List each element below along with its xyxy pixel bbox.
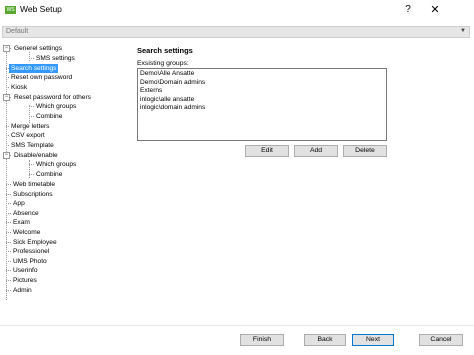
section-title: Search settings <box>137 46 193 55</box>
list-item[interactable]: Demo\Alle Ansatte <box>140 70 384 79</box>
tree-item-exam[interactable]: Exam <box>11 218 32 227</box>
list-item[interactable]: Externs <box>140 87 384 96</box>
profile-dropdown-value: Default <box>6 28 29 35</box>
collapse-icon[interactable]: − <box>3 45 10 52</box>
close-button[interactable]: ✕ <box>424 2 446 18</box>
finish-button[interactable]: Finish <box>240 334 284 346</box>
collapse-icon[interactable]: − <box>3 94 10 101</box>
tree-item-admin[interactable]: Admin <box>11 286 34 295</box>
tree-item-combine[interactable]: Combine <box>34 170 64 179</box>
cancel-button[interactable]: Cancel <box>419 334 463 346</box>
tree-item-sms-template[interactable]: SMS Template <box>9 141 56 150</box>
tree-item-which-groups[interactable]: Which groups <box>34 102 78 111</box>
list-item[interactable]: inlogic\alle ansatte <box>140 96 384 105</box>
tree-connector <box>29 105 30 123</box>
window-title: Web Setup <box>20 4 62 14</box>
list-item[interactable]: Demo\Domain admins <box>140 79 384 88</box>
groups-listbox[interactable]: Demo\Alle Ansatte Demo\Domain admins Ext… <box>137 68 387 141</box>
back-button[interactable]: Back <box>304 334 346 346</box>
tree-item-sms-settings[interactable]: SMS settings <box>34 54 77 63</box>
tree-item-reset-password-for-others[interactable]: Reset password for others <box>12 93 93 102</box>
title-bar: WS Web Setup ? ✕ <box>0 0 474 22</box>
tree-connector <box>29 160 30 178</box>
collapse-icon[interactable]: − <box>3 152 10 159</box>
settings-tree: − − − Generel settings SMS settings Sear… <box>3 44 127 304</box>
list-item[interactable]: inlogic\domain admins <box>140 104 384 113</box>
tree-connector <box>6 52 7 300</box>
tree-item-general-settings[interactable]: Generel settings <box>12 44 64 53</box>
tree-item-disable-enable[interactable]: Disable/enable <box>12 151 60 160</box>
tree-item-web-timetable[interactable]: Web timetable <box>11 180 57 189</box>
tree-connector <box>29 52 30 61</box>
tree-item-search-settings[interactable]: Search settings <box>9 64 59 73</box>
app-icon: WS <box>5 6 16 14</box>
groups-label: Exsisting groups: <box>137 60 189 67</box>
footer-separator <box>0 325 474 326</box>
tree-item-which-groups[interactable]: Which groups <box>34 160 78 169</box>
tree-item-pictures[interactable]: Pictures <box>11 276 39 285</box>
delete-button[interactable]: Delete <box>343 145 387 157</box>
tree-item-kiosk[interactable]: Kiosk <box>9 83 29 92</box>
next-button[interactable]: Next <box>352 334 394 346</box>
tree-item-app[interactable]: App <box>11 199 27 208</box>
tree-item-userinfo[interactable]: Userinfo <box>11 266 40 275</box>
tree-item-absence[interactable]: Absence <box>11 209 41 218</box>
tree-item-reset-own-password[interactable]: Reset own password <box>9 73 74 82</box>
tree-item-merge-letters[interactable]: Merge letters <box>9 122 51 131</box>
tree-item-ums-photo[interactable]: UMS Photo <box>11 257 49 266</box>
profile-dropdown[interactable]: Default ▼ <box>2 26 470 38</box>
tree-item-combine[interactable]: Combine <box>34 112 64 121</box>
tree-item-sick-employee[interactable]: Sick Employee <box>11 238 59 247</box>
tree-item-professionel[interactable]: Professionel <box>11 247 51 256</box>
chevron-down-icon: ▼ <box>460 28 466 34</box>
help-button[interactable]: ? <box>398 2 418 18</box>
tree-item-welcome[interactable]: Welcome <box>11 228 42 237</box>
edit-button[interactable]: Edit <box>245 145 289 157</box>
add-button[interactable]: Add <box>294 145 338 157</box>
tree-item-subscriptions[interactable]: Subscriptions <box>11 190 55 199</box>
tree-item-csv-export[interactable]: CSV export <box>9 131 47 140</box>
